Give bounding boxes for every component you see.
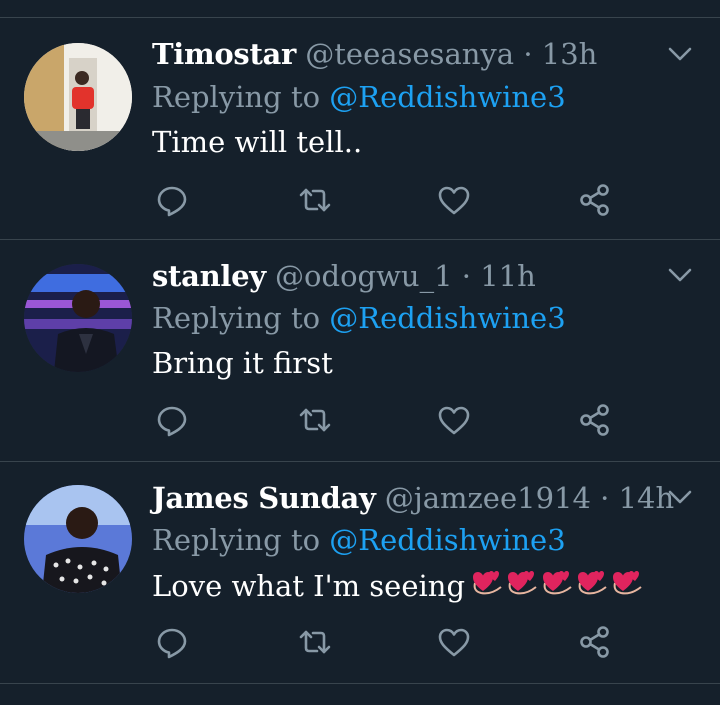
display-name[interactable]: Timostar [152,37,296,71]
share-icon[interactable] [577,182,613,218]
display-name[interactable]: James Sunday [152,481,376,515]
retweet-icon[interactable] [297,182,333,218]
heart-icon[interactable] [436,182,472,218]
share-icon[interactable] [577,624,613,660]
replying-label: Replying to [152,523,321,557]
reply-icon[interactable] [154,402,190,438]
replying-to-link[interactable]: @Reddishwine3 [329,80,565,114]
replying-to-link[interactable]: @Reddishwine3 [329,301,565,335]
heart-icon[interactable] [436,402,472,438]
timestamp[interactable]: 11h [480,259,536,293]
revolving-hearts-icon [576,565,610,599]
user-handle[interactable]: @odogwu_1 [275,259,453,293]
separator: · [600,481,610,515]
chevron-down-icon[interactable] [664,481,696,513]
share-icon[interactable] [577,402,613,438]
revolving-hearts-icon [506,565,540,599]
separator: · [461,259,471,293]
retweet-icon[interactable] [297,402,333,438]
revolving-hearts-icon [611,565,645,599]
replying-label: Replying to [152,301,321,335]
tweet-text-content: Love what I'm seeing [152,569,466,603]
tweet-text: Time will tell.. [152,125,363,159]
revolving-hearts-icon [471,565,505,599]
replying-label: Replying to [152,80,321,114]
heart-icon[interactable] [436,624,472,660]
avatar[interactable] [24,264,132,372]
tweet-divider [0,683,720,684]
revolving-hearts-icon [541,565,575,599]
separator: · [523,37,533,71]
tweet-header: Timostar @teeasesanya · 13h [152,34,597,74]
tweet-header: stanley @odogwu_1 · 11h [152,256,536,296]
tweet-item[interactable]: stanley @odogwu_1 · 11h Replying to @Red… [0,240,720,462]
tweet-text: Bring it first [152,346,333,380]
chevron-down-icon[interactable] [664,259,696,291]
reply-icon[interactable] [154,624,190,660]
tweet-item[interactable]: James Sunday @jamzee1914 · 14h Replying … [0,462,720,684]
replying-to-link[interactable]: @Reddishwine3 [329,523,565,557]
tweet-header: James Sunday @jamzee1914 · 14h [152,478,674,518]
avatar[interactable] [24,43,132,151]
timestamp[interactable]: 13h [542,37,598,71]
reply-icon[interactable] [154,182,190,218]
user-handle[interactable]: @teeasesanya [305,37,514,71]
user-handle[interactable]: @jamzee1914 [385,481,591,515]
reply-feed: Timostar @teeasesanya · 13h Replying to … [0,0,720,705]
replying-to-line: Replying to @Reddishwine3 [152,298,566,338]
chevron-down-icon[interactable] [664,38,696,70]
avatar[interactable] [24,485,132,593]
tweet-item[interactable]: Timostar @teeasesanya · 13h Replying to … [0,18,720,240]
tweet-text: Love what I'm seeing [152,564,646,608]
display-name[interactable]: stanley [152,259,266,293]
replying-to-line: Replying to @Reddishwine3 [152,520,566,560]
replying-to-line: Replying to @Reddishwine3 [152,77,566,117]
emoji-group [471,565,646,611]
retweet-icon[interactable] [297,624,333,660]
